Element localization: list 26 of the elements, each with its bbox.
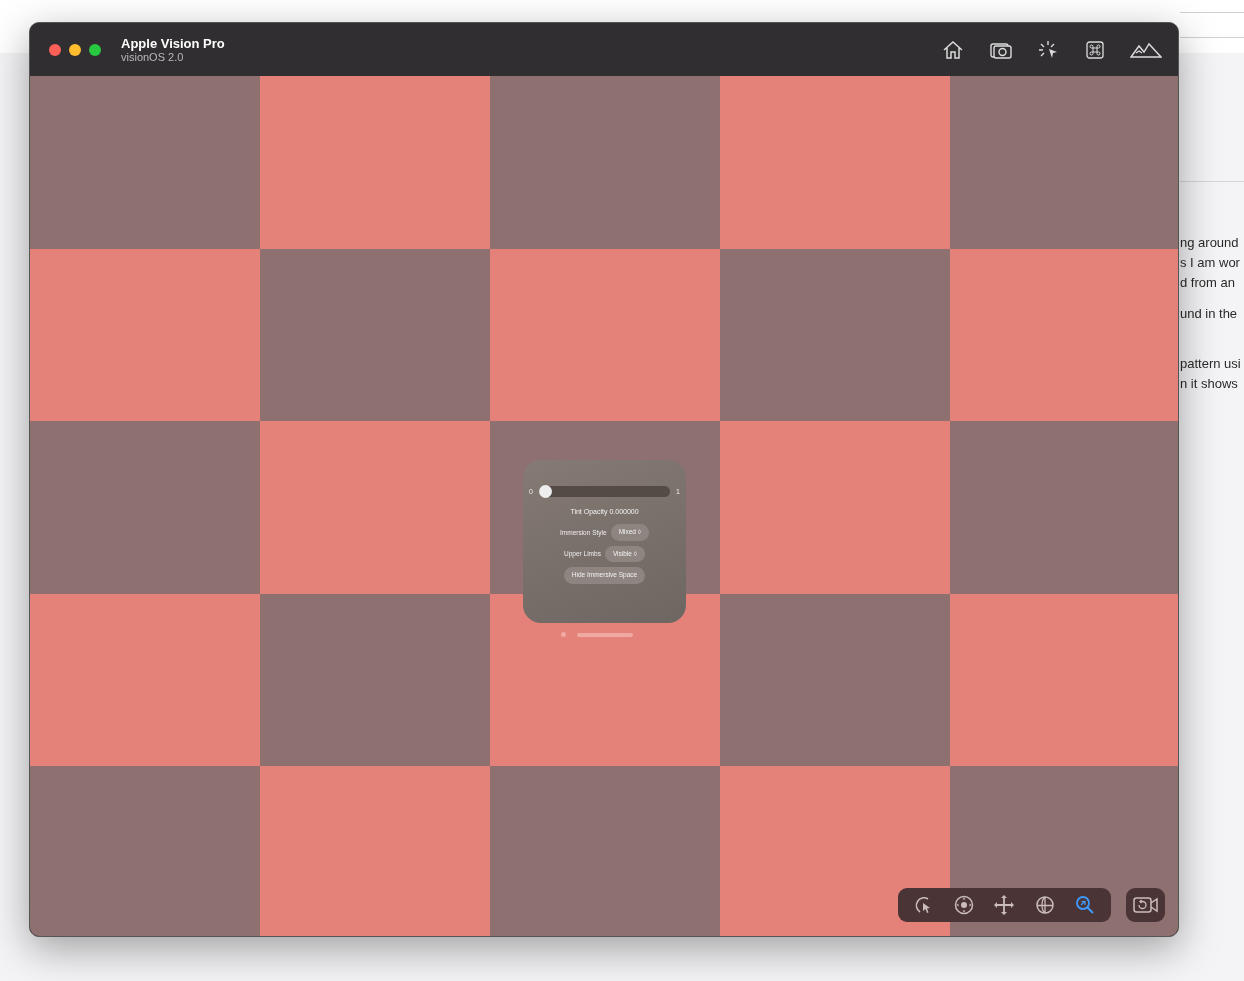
slider-thumb[interactable] xyxy=(538,485,552,498)
home-icon[interactable] xyxy=(942,39,964,60)
camera-icon[interactable] xyxy=(990,40,1012,59)
move-tool-button[interactable] xyxy=(993,894,1016,916)
opacity-slider[interactable] xyxy=(538,486,671,497)
close-button[interactable] xyxy=(49,43,61,56)
window-subtitle: visionOS 2.0 xyxy=(121,51,185,63)
article-text: s I am wor xyxy=(1180,254,1241,272)
article-text: ng around xyxy=(1180,234,1240,252)
window-bar-handle[interactable] xyxy=(577,633,633,637)
mountains-icon[interactable] xyxy=(1130,40,1162,59)
camera-switch-button[interactable] xyxy=(1126,888,1165,922)
camera-rotate-icon xyxy=(1132,896,1159,914)
drag-tool-button[interactable] xyxy=(953,895,974,915)
command-key-icon[interactable] xyxy=(1086,40,1104,59)
article-text: pattern usi xyxy=(1180,355,1242,373)
search-field[interactable] xyxy=(1180,12,1244,38)
article-text: n it shows xyxy=(1180,375,1239,393)
minimize-button[interactable] xyxy=(69,43,81,56)
window-dot[interactable] xyxy=(561,632,566,637)
article-text: und in the xyxy=(1180,305,1239,323)
zoom-tool-button[interactable] xyxy=(1075,895,1096,915)
zoom-button[interactable] xyxy=(89,43,101,56)
window-title: Apple Vision Pro xyxy=(121,36,226,51)
article-text: d from an xyxy=(1180,274,1236,292)
orbit-tool-button[interactable] xyxy=(1035,895,1056,915)
